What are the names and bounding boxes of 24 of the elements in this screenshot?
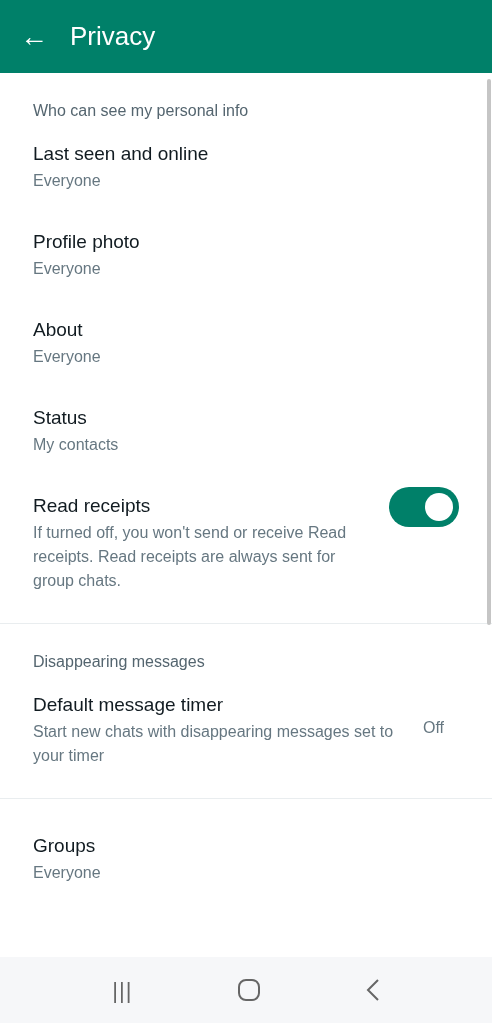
toggle-switch[interactable] — [389, 487, 459, 527]
setting-value: My contacts — [33, 435, 120, 455]
setting-title[interactable]: Profile photo — [33, 229, 459, 255]
setting-description: If turned off, you won't send or receive Read receipts. Read receipts are always sent for group chats. — [33, 523, 348, 591]
scrollbar[interactable] — [487, 79, 491, 625]
recents-button[interactable]: ||| — [112, 973, 133, 1007]
setting-value: Everyone — [33, 171, 102, 191]
setting-value: Everyone — [33, 863, 102, 883]
setting-description: Start new chats with disappearing messages set to your timer — [33, 722, 395, 766]
setting-title[interactable]: Read receipts — [33, 493, 373, 519]
section-header: Who can see my personal info — [32, 101, 250, 121]
home-button[interactable] — [237, 978, 262, 1002]
setting-value: Off — [422, 718, 444, 738]
screen-title: Privacy — [70, 20, 156, 53]
setting-title[interactable]: Status — [33, 405, 459, 431]
setting-title[interactable]: Last seen and online — [33, 141, 459, 167]
section-header: Disappearing messages — [32, 652, 206, 672]
back-icon[interactable] — [365, 978, 380, 1002]
back-button[interactable]: ← — [20, 22, 48, 51]
setting-value: Everyone — [33, 259, 102, 279]
setting-title[interactable]: Default message timer — [33, 692, 407, 718]
setting-title[interactable]: About — [33, 317, 459, 343]
setting-value: Everyone — [33, 347, 102, 367]
setting-title[interactable]: Groups — [33, 833, 459, 859]
